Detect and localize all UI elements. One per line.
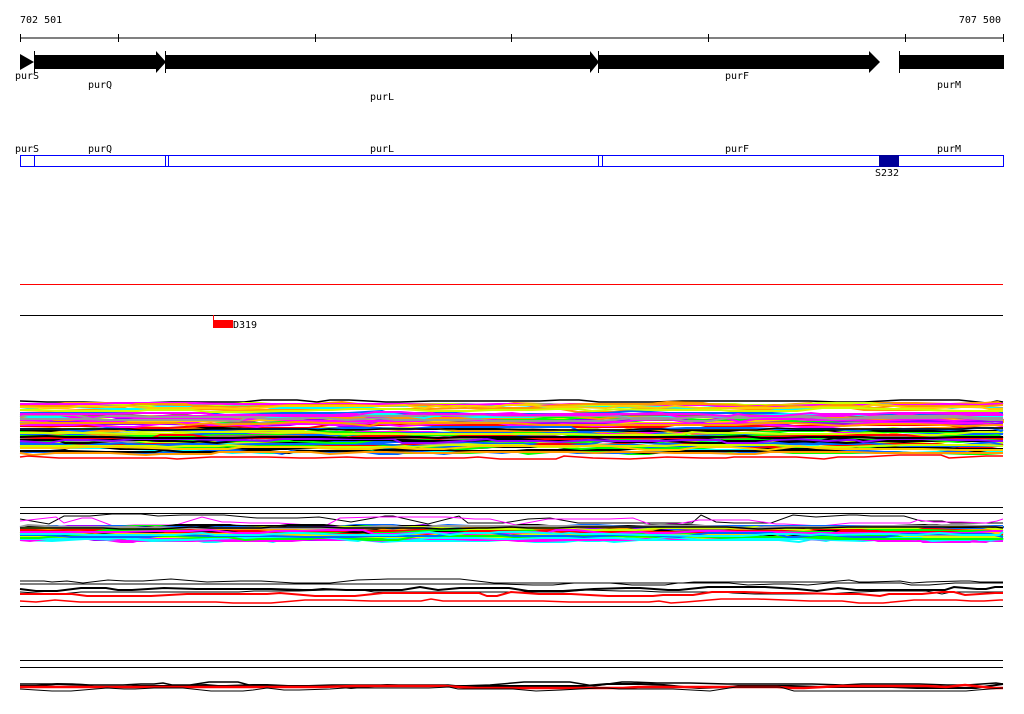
gene-label-purS: purS xyxy=(15,71,39,82)
mutation-marker-D319[interactable] xyxy=(213,320,233,328)
ruler-end-label: 707 500 xyxy=(959,15,1001,26)
gene-label-purQ: purQ xyxy=(88,80,112,91)
gene-label-purL: purL xyxy=(370,92,394,103)
mutation-track: D319 xyxy=(20,284,1003,331)
feature-label-purF: purF xyxy=(725,144,749,155)
gene-arrow-purL[interactable] xyxy=(165,51,599,73)
feature-track: purS purQ purL purF purM S232 xyxy=(15,144,1004,179)
gene-label-purM: purM xyxy=(937,80,961,91)
coordinate-ruler: 702 501 707 500 xyxy=(20,15,1004,42)
feature-label-purL: purL xyxy=(370,144,394,155)
gene-arrow-purF[interactable] xyxy=(598,51,880,73)
genome-browser-canvas: 702 501 707 500 purS purQ purL purF purM… xyxy=(15,15,1004,692)
gene-arrow-purS[interactable] xyxy=(20,54,34,70)
profile-line xyxy=(19,598,1003,604)
gene-arrow-purM[interactable] xyxy=(899,55,1004,69)
feature-box[interactable] xyxy=(20,155,1004,167)
profile-line xyxy=(20,578,1003,584)
site-label-S232: S232 xyxy=(875,168,899,179)
gene-arrow-purQ[interactable] xyxy=(34,51,166,73)
feature-label-purQ: purQ xyxy=(88,144,112,155)
feature-label-purM: purM xyxy=(937,144,961,155)
gene-track: purS purQ purL purF purM xyxy=(15,51,1004,103)
profile-line xyxy=(19,585,1003,593)
profile-line xyxy=(19,454,1003,460)
profile-tracks xyxy=(19,399,1004,692)
site-marker-S232[interactable] xyxy=(879,155,899,167)
ruler-start-label: 702 501 xyxy=(20,15,62,26)
gene-label-purF: purF xyxy=(725,71,749,82)
feature-label-purS: purS xyxy=(15,144,39,155)
mutation-label-D319: D319 xyxy=(233,320,257,331)
